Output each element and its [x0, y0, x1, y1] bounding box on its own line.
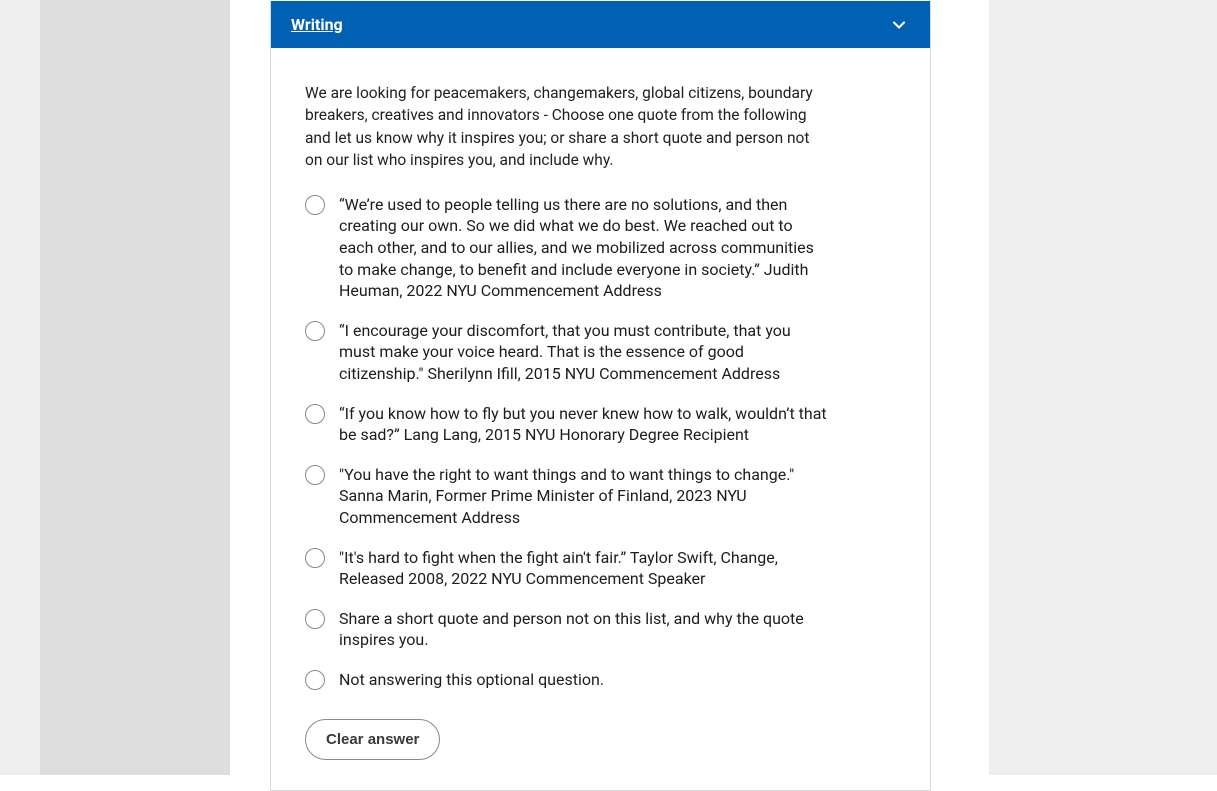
option-text: "It's hard to fight when the fight ain't…: [339, 547, 830, 590]
option-text: “If you know how to fly but you never kn…: [339, 403, 830, 446]
option-1[interactable]: “I encourage your discomfort, that you m…: [305, 320, 830, 385]
radio-input[interactable]: [305, 321, 325, 341]
radio-input[interactable]: [305, 195, 325, 215]
option-4[interactable]: "It's hard to fight when the fight ain't…: [305, 547, 830, 590]
card-header[interactable]: Writing: [271, 1, 930, 48]
radio-input[interactable]: [305, 670, 325, 690]
option-5[interactable]: Share a short quote and person not on th…: [305, 608, 830, 651]
radio-input[interactable]: [305, 404, 325, 424]
option-text: Share a short quote and person not on th…: [339, 608, 830, 651]
radio-input[interactable]: [305, 465, 325, 485]
option-0[interactable]: “We’re used to people telling us there a…: [305, 194, 830, 302]
left-strip: [40, 0, 230, 775]
writing-card: Writing We are looking for peacemakers, …: [270, 1, 931, 791]
option-text: “We’re used to people telling us there a…: [339, 194, 830, 302]
option-text: "You have the right to want things and t…: [339, 464, 830, 529]
chevron-down-icon[interactable]: [888, 14, 910, 36]
option-text: Not answering this optional question.: [339, 669, 604, 691]
card-body: We are looking for peacemakers, changema…: [271, 48, 930, 790]
option-3[interactable]: "You have the right to want things and t…: [305, 464, 830, 529]
white-gap-right: [931, 0, 989, 775]
white-gap-left: [230, 0, 270, 775]
left-gutter: [0, 0, 40, 775]
radio-input[interactable]: [305, 548, 325, 568]
options-group: “We’re used to people telling us there a…: [305, 194, 896, 691]
option-6[interactable]: Not answering this optional question.: [305, 669, 830, 691]
radio-input[interactable]: [305, 609, 325, 629]
option-text: “I encourage your discomfort, that you m…: [339, 320, 830, 385]
right-gutter: [989, 0, 1217, 775]
question-prompt: We are looking for peacemakers, changema…: [305, 82, 825, 172]
option-2[interactable]: “If you know how to fly but you never kn…: [305, 403, 830, 446]
card-title[interactable]: Writing: [291, 15, 343, 34]
clear-answer-button[interactable]: Clear answer: [305, 719, 440, 760]
